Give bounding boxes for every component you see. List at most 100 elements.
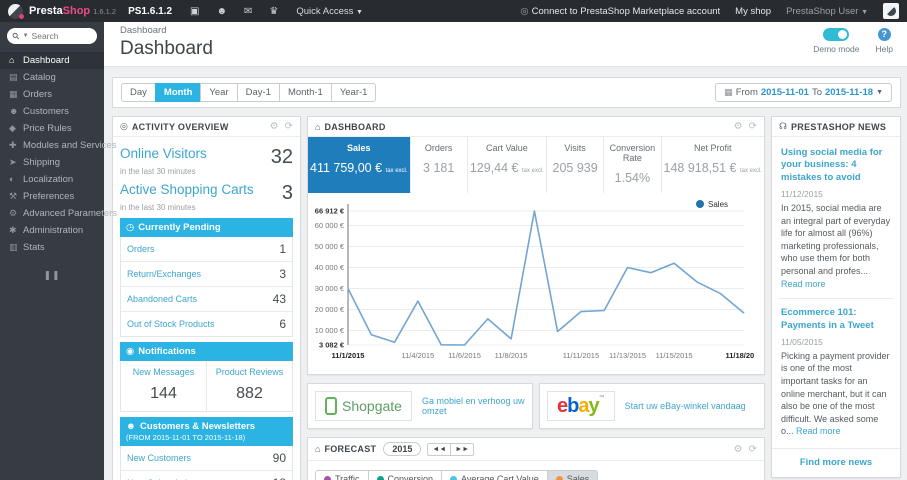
kpi-tab-visits[interactable]: Visits 205 939 bbox=[547, 137, 605, 193]
refresh-icon[interactable]: ⟳ bbox=[749, 121, 757, 132]
sidebar-item-customers[interactable]: ☻ Customers bbox=[0, 103, 104, 120]
refresh-icon[interactable]: ⟳ bbox=[749, 444, 757, 455]
price-rules-icon: ◆ bbox=[9, 123, 16, 133]
brand-version: 1.6.1.2 bbox=[93, 6, 117, 16]
kpi-tab-cart-value[interactable]: Cart Value 129,44 € tax excl. bbox=[468, 137, 547, 193]
range-button-month[interactable]: Month bbox=[154, 83, 202, 102]
article-date: 11/12/2015 bbox=[781, 189, 823, 200]
range-button-day[interactable]: Day bbox=[121, 83, 156, 102]
forecast-panel-icon: ⌂ bbox=[315, 444, 321, 454]
range-button-day-1[interactable]: Day-1 bbox=[236, 83, 280, 102]
kpi-tab-sales[interactable]: Sales 411 759,00 € tax excl. bbox=[308, 137, 411, 193]
clock-icon: ◷ bbox=[126, 222, 135, 233]
messages-icon[interactable]: ✉ bbox=[244, 6, 252, 17]
sidebar-item-catalog[interactable]: ▤ Catalog bbox=[0, 69, 104, 86]
active-carts-row: Active Shopping Carts 3 bbox=[120, 182, 293, 205]
online-visitors-link[interactable]: Online Visitors bbox=[120, 146, 207, 161]
help-label: Help bbox=[875, 44, 893, 54]
forecast-toggle-average-cart-value[interactable]: Average Cart Value bbox=[441, 470, 548, 480]
shopgate-link[interactable]: Ga mobiel en verhoog uw omzet bbox=[422, 396, 525, 416]
marketplace-link[interactable]: ◎ Connect to PrestaShop Marketplace accou… bbox=[520, 6, 720, 17]
gear-icon[interactable]: ⚙ bbox=[734, 121, 743, 132]
customers-row-new-subscriptions[interactable]: New Subscriptions18 bbox=[121, 471, 292, 480]
help-icon[interactable]: ? bbox=[877, 28, 891, 41]
sidebar-item-shipping[interactable]: ➤ Shipping bbox=[0, 154, 104, 171]
sidebar-collapse-button[interactable]: ❚❚ bbox=[0, 270, 104, 281]
read-more-link[interactable]: Read more bbox=[781, 279, 826, 289]
find-more-news-link[interactable]: Find more news bbox=[772, 448, 900, 477]
localization-icon: ◐ bbox=[9, 174, 15, 184]
sidebar-item-localization[interactable]: ◐ Localization bbox=[0, 171, 104, 188]
news-article: Using social media for your business: 4 … bbox=[779, 139, 893, 298]
active-carts-value: 3 bbox=[281, 182, 293, 204]
dashboard-icon: ⌂ bbox=[9, 55, 15, 65]
shop-version: PS1.6.1.2 bbox=[128, 5, 172, 17]
demo-mode-label: Demo mode bbox=[813, 44, 860, 54]
ebay-link[interactable]: Start uw eBay-winkel vandaag bbox=[625, 401, 746, 411]
administration-icon: ✱ bbox=[9, 225, 17, 235]
customers-row-new-customers[interactable]: New Customers 90 bbox=[121, 446, 292, 471]
forecast-toggle-sales[interactable]: Sales bbox=[546, 470, 599, 480]
notification-product-reviews[interactable]: Product Reviews 882 bbox=[206, 361, 292, 411]
ebay-logo: ebay™ bbox=[547, 391, 615, 421]
refresh-icon[interactable]: ⟳ bbox=[285, 121, 293, 132]
date-range-button[interactable]: ▦ From 2015-11-01 To 2015-11-18 ▼ bbox=[715, 83, 892, 102]
date-to: 2015-11-18 bbox=[824, 87, 874, 98]
sidebar-item-stats[interactable]: ▥ Stats bbox=[0, 239, 104, 256]
sidebar-item-preferences[interactable]: ⚒ Preferences bbox=[0, 188, 104, 205]
sales-chart: 3 082 € 10 000 € 20 000 € 30 000 € 40 000 € 5… bbox=[315, 200, 763, 360]
avatar[interactable] bbox=[883, 3, 899, 19]
prestashop-news-panel: ☊ PRESTASHOP NEWS Using social media for… bbox=[771, 116, 901, 479]
customer-icon[interactable]: ☻ bbox=[216, 6, 227, 17]
pending-row-orders[interactable]: Orders 1 bbox=[121, 237, 292, 262]
article-title[interactable]: Ecommerce 101: Payments in a Tweet bbox=[781, 307, 891, 332]
sidebar-item-modules-and-services[interactable]: ✚ Modules and Services bbox=[0, 137, 116, 154]
breadcrumb: Dashboard bbox=[120, 25, 167, 36]
kpi-tab-net-profit[interactable]: Net Profit 148 918,51 € tax excl. bbox=[662, 137, 764, 193]
user-menu[interactable]: PrestaShop User ▼ bbox=[786, 6, 868, 17]
date-from: 2015-11-01 bbox=[760, 87, 809, 98]
quick-access-menu[interactable]: Quick Access ▼ bbox=[296, 6, 363, 17]
kpi-tab-orders[interactable]: Orders 3 181 bbox=[411, 137, 468, 193]
modules-icon: ✚ bbox=[9, 140, 17, 150]
read-more-link[interactable]: Read more bbox=[796, 426, 841, 436]
sidebar-item-price-rules[interactable]: ◆ Price Rules bbox=[0, 120, 104, 137]
sidebar-search[interactable]: ⚲ ▼ bbox=[7, 28, 97, 44]
notification-new-messages[interactable]: New Messages 144 bbox=[121, 361, 206, 411]
forecast-toggle-traffic[interactable]: Traffic bbox=[315, 470, 369, 480]
article-title[interactable]: Using social media for your business: 4 … bbox=[781, 147, 891, 184]
sidebar: ⚲ ▼ ⌂Dashboard▤Catalog▦Orders☻Customers◆… bbox=[0, 22, 117, 480]
sidebar-item-administration[interactable]: ✱ Administration bbox=[0, 222, 104, 239]
gear-icon[interactable]: ⚙ bbox=[270, 121, 279, 132]
sidebar-item-advanced-parameters[interactable]: ⚙ Advanced Parameters bbox=[0, 205, 117, 222]
sidebar-item-dashboard[interactable]: ⌂ Dashboard bbox=[0, 52, 104, 69]
kpi-tab-conversion-rate[interactable]: Conversion Rate 1.54% bbox=[604, 137, 662, 193]
svg-text:60 000 €: 60 000 € bbox=[315, 221, 345, 230]
prestashop-logo-icon[interactable] bbox=[8, 3, 24, 19]
forecast-toggle-conversion[interactable]: Conversion bbox=[367, 470, 443, 480]
range-button-year[interactable]: Year bbox=[200, 83, 238, 102]
range-button-year-1[interactable]: Year-1 bbox=[330, 83, 377, 102]
my-shop-link[interactable]: My shop bbox=[735, 6, 771, 17]
preferences-icon: ⚒ bbox=[9, 191, 18, 201]
svg-text:11/15/2015: 11/15/2015 bbox=[656, 351, 693, 360]
date-range-toolbar: Day Month Year Day-1 Month-1 Year-1 ▦ From 20… bbox=[112, 77, 901, 108]
forecast-prev-button[interactable]: ◄◄ bbox=[427, 442, 452, 456]
sidebar-item-orders[interactable]: ▦ Orders bbox=[0, 86, 104, 103]
forecast-panel: ⌂ FORECAST 2015 ◄◄ ►► ⚙ ⟳ Traffic Conversi… bbox=[307, 437, 765, 480]
gear-icon[interactable]: ⚙ bbox=[734, 444, 743, 455]
catalog-icon: ▤ bbox=[9, 72, 18, 82]
chevron-down-icon: ▼ bbox=[861, 8, 868, 16]
demo-mode-toggle[interactable] bbox=[823, 28, 850, 41]
pending-row-return-exchanges[interactable]: Return/Exchanges 3 bbox=[121, 262, 292, 287]
cart-icon[interactable]: ▣ bbox=[190, 6, 199, 17]
forecast-next-button[interactable]: ►► bbox=[450, 442, 475, 456]
range-button-month-1[interactable]: Month-1 bbox=[278, 83, 332, 102]
trophy-icon[interactable]: ♛ bbox=[269, 6, 278, 17]
forecast-year-badge[interactable]: 2015 bbox=[383, 442, 422, 456]
dashboard-panel-title: DASHBOARD bbox=[324, 121, 386, 132]
pending-row-abandoned-carts[interactable]: Abandoned Carts 43 bbox=[121, 287, 292, 312]
search-input[interactable] bbox=[31, 31, 91, 41]
pending-row-out-of-stock-products[interactable]: Out of Stock Products 6 bbox=[121, 312, 292, 336]
active-carts-link[interactable]: Active Shopping Carts bbox=[120, 182, 254, 197]
